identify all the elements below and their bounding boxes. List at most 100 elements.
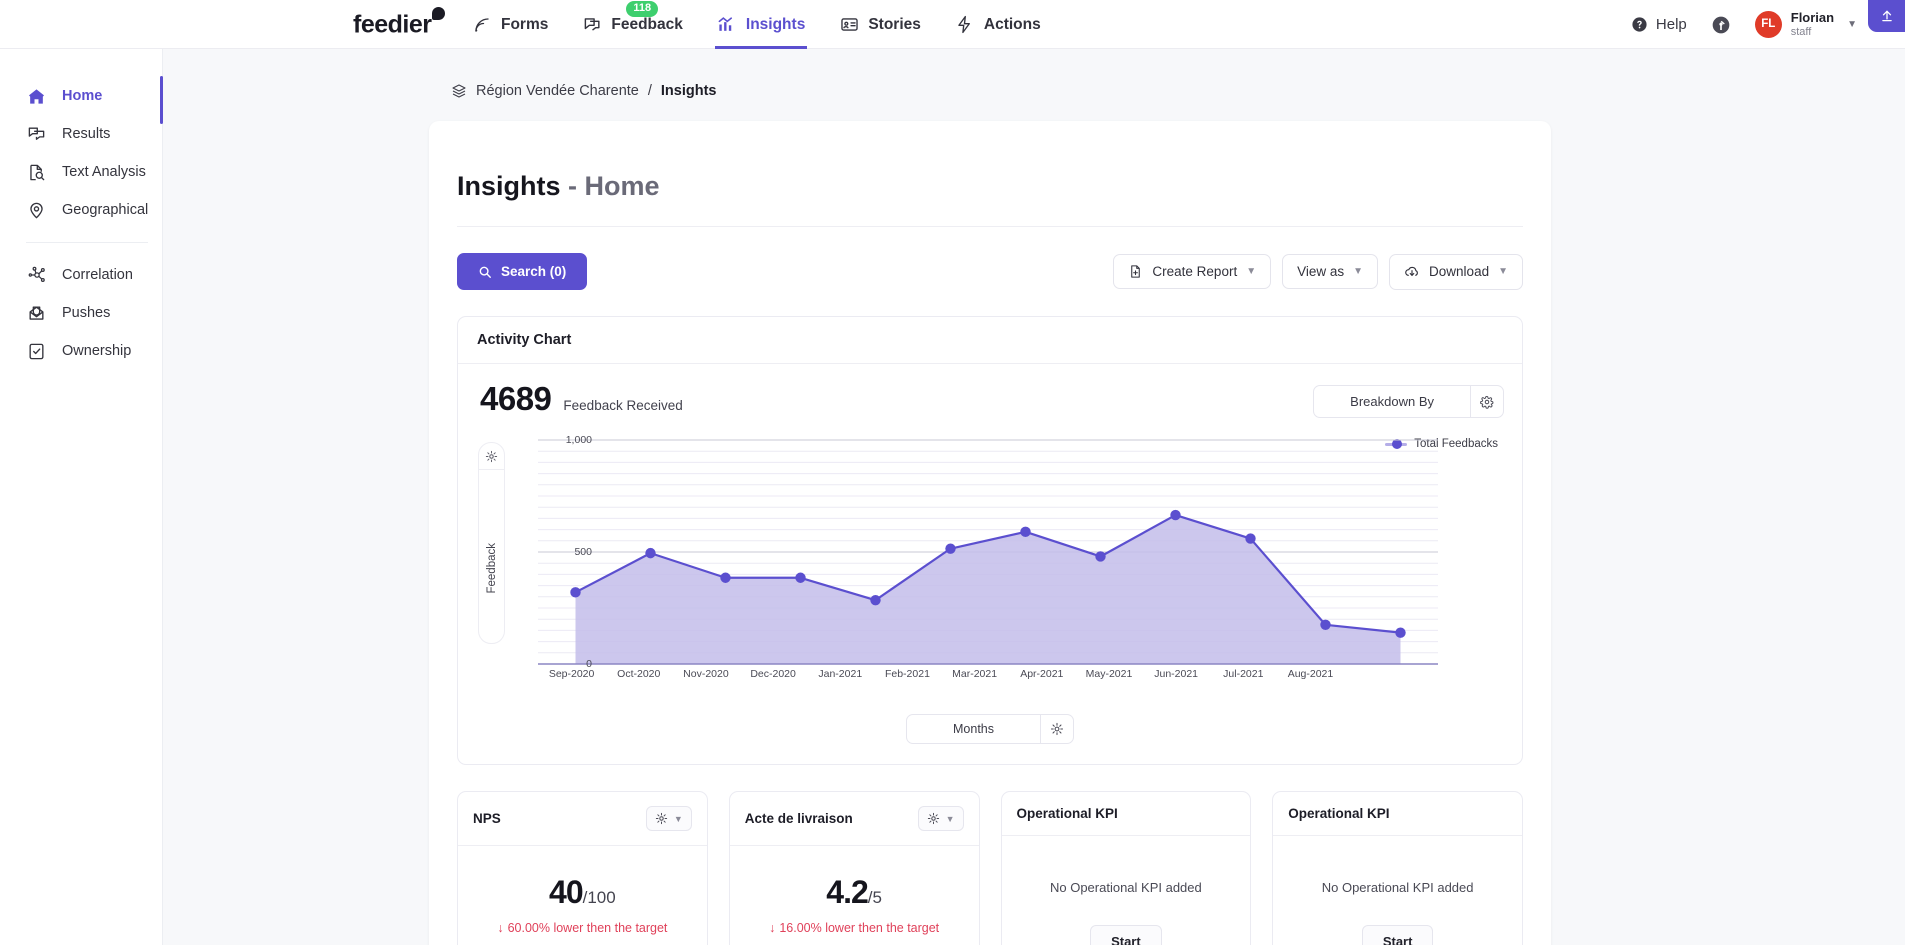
activity-chart-card: Activity Chart 4689 Feedback Received Br… <box>457 316 1523 765</box>
correlation-icon <box>26 265 47 286</box>
nav-item-actions[interactable]: Actions <box>953 0 1043 49</box>
chevron-down-icon: ▼ <box>1847 18 1857 30</box>
sidebar: Home Results Text Analysis Geographical … <box>0 49 163 945</box>
speech-bubble-icon <box>432 7 446 20</box>
feedback-received-stat: 4689 Feedback Received <box>476 380 683 418</box>
granularity-label[interactable]: Months <box>907 715 1040 743</box>
top-right-controls: Help FL Florian staff ▼ <box>1631 0 1857 49</box>
kpi-empty-state: No Operational KPI added Start <box>1273 836 1522 945</box>
envelope-icon <box>26 303 47 324</box>
actions-icon <box>955 15 975 35</box>
breakdown-by-label[interactable]: Breakdown By <box>1314 386 1470 417</box>
kpi-start-button-1[interactable]: Start <box>1090 925 1162 945</box>
y-axis-settings-button[interactable] <box>479 443 504 470</box>
breadcrumb-project[interactable]: Région Vendée Charente <box>476 83 639 99</box>
top-navigation-bar: feedier Forms 118 Feedback Insights Stor… <box>0 0 1905 49</box>
ownership-icon <box>26 341 47 362</box>
kpi-value-acte: 4.2 <box>826 874 868 910</box>
y-tick-1000: 1,000 <box>565 434 592 446</box>
view-as-button[interactable]: View as ▼ <box>1282 254 1379 289</box>
feedback-icon <box>582 15 602 35</box>
breakdown-by-control: Breakdown By <box>1313 385 1504 418</box>
create-report-button[interactable]: Create Report ▼ <box>1113 254 1272 289</box>
feedback-received-label: Feedback Received <box>563 398 683 413</box>
x-tick-1: Oct-2020 <box>617 668 661 680</box>
sidebar-item-text-analysis[interactable]: Text Analysis <box>26 153 162 191</box>
y-axis-tick-labels: 1,000 500 0 <box>538 434 598 670</box>
search-button[interactable]: Search (0) <box>457 253 588 290</box>
kpi-header: NPS ▼ <box>458 792 707 846</box>
sidebar-label-ownership: Ownership <box>62 343 132 359</box>
sidebar-item-home[interactable]: Home <box>26 77 162 115</box>
sidebar-item-correlation[interactable]: Correlation <box>26 256 162 294</box>
kpi-delta-acte: ↓ 16.00% lower then the target <box>746 921 963 935</box>
x-tick-2: Nov-2020 <box>683 668 729 680</box>
home-icon <box>26 86 47 107</box>
x-tick-10: Jul-2021 <box>1223 668 1264 680</box>
sidebar-item-ownership[interactable]: Ownership <box>26 332 162 370</box>
kpi-settings-button[interactable]: ▼ <box>917 806 964 831</box>
feedback-received-value: 4689 <box>480 380 552 417</box>
stories-icon <box>839 15 859 35</box>
kpi-empty-message-1: No Operational KPI added <box>1049 880 1202 895</box>
layers-icon <box>451 83 467 99</box>
page-title-dash: - <box>568 171 578 201</box>
sidebar-item-results[interactable]: Results <box>26 115 162 153</box>
nav-item-stories[interactable]: Stories <box>837 0 923 49</box>
feedier-logo[interactable]: feedier <box>353 7 446 39</box>
search-icon <box>478 265 492 279</box>
kpi-body: 40/100 ↓ 60.00% lower then the target Du… <box>458 846 707 945</box>
kpi-delta-nps: ↓ 60.00% lower then the target <box>474 921 691 935</box>
nav-item-feedback[interactable]: 118 Feedback <box>580 0 685 49</box>
arrow-down-icon: ↓ <box>497 921 504 935</box>
sidebar-label-home: Home <box>62 88 103 104</box>
location-pin-icon <box>26 200 47 221</box>
kpi-value-row: 40/100 <box>474 874 691 911</box>
feedback-count-badge: 118 <box>626 1 659 17</box>
nav-item-insights[interactable]: Insights <box>715 0 807 49</box>
nav-label-insights: Insights <box>745 15 806 33</box>
kpi-delta-text-nps: 60.00% lower then the target <box>507 921 668 935</box>
x-tick-7: Apr-2021 <box>1020 668 1064 680</box>
kpi-start-button-2[interactable]: Start <box>1361 925 1434 945</box>
sidebar-label-pushes: Pushes <box>62 305 111 321</box>
y-axis-control-chip: Feedback <box>478 442 505 644</box>
sidebar-item-pushes[interactable]: Pushes <box>26 294 162 332</box>
help-label: Help <box>1655 16 1687 33</box>
page-title-main: Insights <box>457 171 561 201</box>
chevron-down-icon: ▼ <box>1246 266 1257 277</box>
insights-toolbar: Search (0) Create Report ▼ View as ▼ Dow… <box>457 227 1523 290</box>
insights-icon <box>717 15 737 35</box>
kpi-row: NPS ▼ 40/100 ↓ 60.00% lower then the tar… <box>457 791 1523 945</box>
create-report-label: Create Report <box>1152 264 1238 279</box>
kpi-card-operational-1: Operational KPI No Operational KPI added… <box>1000 791 1252 945</box>
chevron-down-icon: ▼ <box>1498 266 1508 277</box>
text-analysis-icon <box>26 162 47 183</box>
kpi-denominator-nps: /100 <box>582 888 616 907</box>
granularity-row: Months <box>476 714 1504 750</box>
nav-item-forms[interactable]: Forms <box>470 0 550 49</box>
breakdown-settings-button[interactable] <box>1470 386 1503 417</box>
upload-button[interactable] <box>1868 0 1905 32</box>
kpi-title-operational-1: Operational KPI <box>1016 806 1118 821</box>
user-role: staff <box>1790 25 1812 38</box>
user-menu[interactable]: FL Florian staff ▼ <box>1754 9 1857 39</box>
nav-label-forms: Forms <box>501 15 549 33</box>
chevron-down-icon: ▼ <box>945 813 955 824</box>
kpi-settings-button[interactable]: ▼ <box>645 806 692 831</box>
kpi-empty-state: No Operational KPI added Start <box>1002 836 1251 945</box>
download-button[interactable]: Download ▼ <box>1389 253 1523 290</box>
user-name: Florian <box>1790 9 1835 25</box>
help-button[interactable]: Help <box>1631 16 1687 33</box>
page-title: Insights - Home <box>457 121 1523 227</box>
sidebar-item-geographical[interactable]: Geographical <box>26 191 162 229</box>
activity-stat-row: 4689 Feedback Received Breakdown By <box>476 380 1504 418</box>
download-label: Download <box>1429 264 1490 279</box>
granularity-settings-button[interactable] <box>1040 715 1073 743</box>
help-circle-icon <box>1631 16 1648 33</box>
gauge-icon[interactable] <box>1710 14 1732 36</box>
kpi-title-acte: Acte de livraison <box>744 811 853 826</box>
kpi-header: Operational KPI <box>1001 792 1251 836</box>
kpi-delta-text-acte: 16.00% lower then the target <box>779 921 940 935</box>
page-title-sub: Home <box>584 171 660 201</box>
